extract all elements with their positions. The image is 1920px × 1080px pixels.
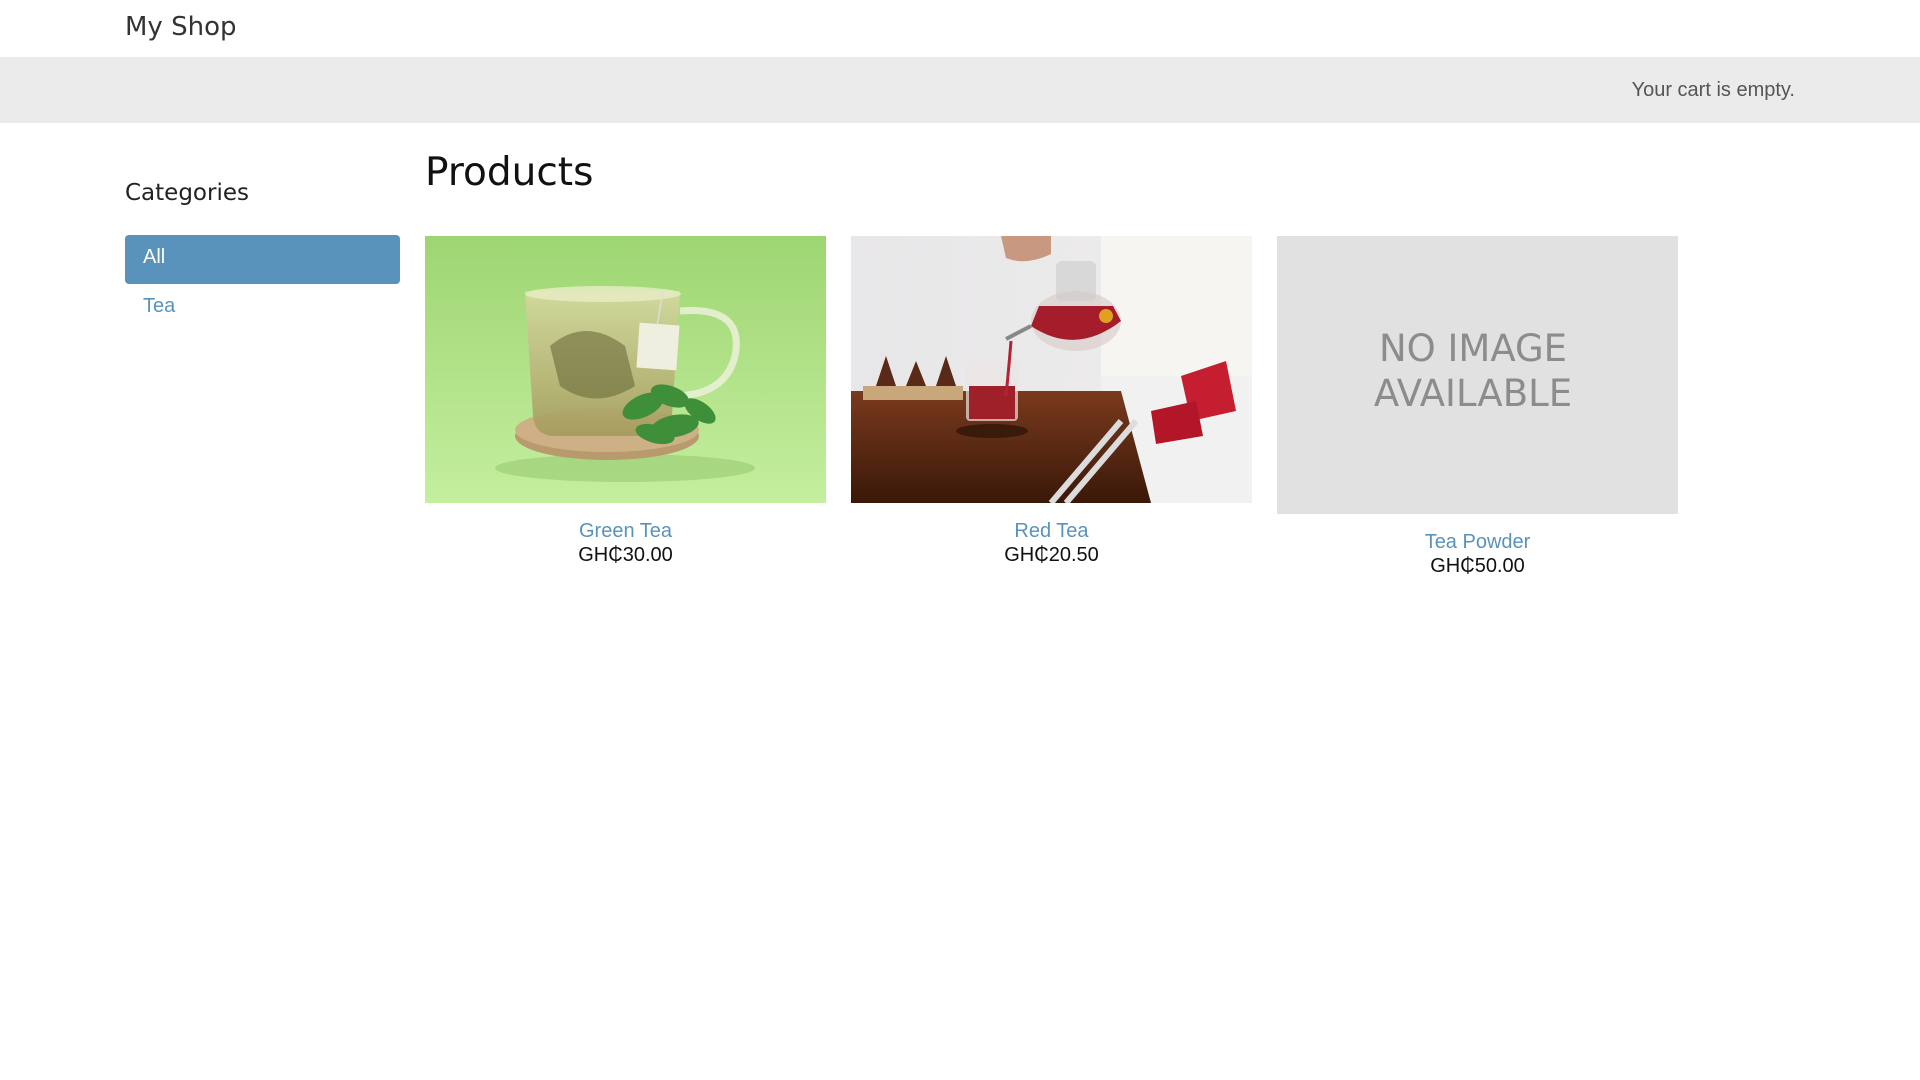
- product-price: GH₵50.00: [1430, 555, 1525, 577]
- placeholder-line-2: AVAILABLE: [1374, 372, 1572, 415]
- product-name-link[interactable]: Tea Powder: [1277, 530, 1678, 554]
- product-card: Green Tea GH₵30.00: [425, 236, 826, 578]
- products-section: Products Green Tea GH₵30.00 Red Tea GH₵2…: [425, 150, 1795, 578]
- product-card: NO IMAGE AVAILABLE Tea Powder GH₵50.00: [1277, 236, 1678, 578]
- site-header: My Shop: [0, 0, 1920, 57]
- red-tea-image: [851, 236, 1252, 503]
- cart-bar: Your cart is empty.: [0, 57, 1920, 123]
- product-name-link[interactable]: Green Tea: [425, 519, 826, 543]
- product-name-link[interactable]: Red Tea: [851, 519, 1252, 543]
- placeholder-line-1: NO IMAGE: [1379, 327, 1567, 370]
- product-price: GH₵20.50: [1004, 544, 1099, 566]
- product-price: GH₵30.00: [578, 544, 673, 566]
- product-grid: Green Tea GH₵30.00 Red Tea GH₵20.50 NO I…: [425, 236, 1795, 578]
- product-image-link[interactable]: [851, 236, 1252, 503]
- category-item-all[interactable]: All: [125, 235, 400, 284]
- category-item-tea[interactable]: Tea: [125, 284, 400, 333]
- no-image-placeholder: NO IMAGE AVAILABLE: [1277, 236, 1678, 514]
- shop-logo-link[interactable]: My Shop: [125, 12, 236, 42]
- categories-heading: Categories: [125, 180, 249, 206]
- product-card: Red Tea GH₵20.50: [851, 236, 1252, 578]
- category-sidebar: Categories All Tea: [125, 180, 400, 333]
- product-image-link[interactable]: NO IMAGE AVAILABLE: [1277, 236, 1678, 514]
- cart-status: Your cart is empty.: [1631, 79, 1795, 101]
- product-image-link[interactable]: [425, 236, 826, 503]
- green-tea-image: [425, 236, 826, 503]
- page-title: Products: [425, 150, 594, 195]
